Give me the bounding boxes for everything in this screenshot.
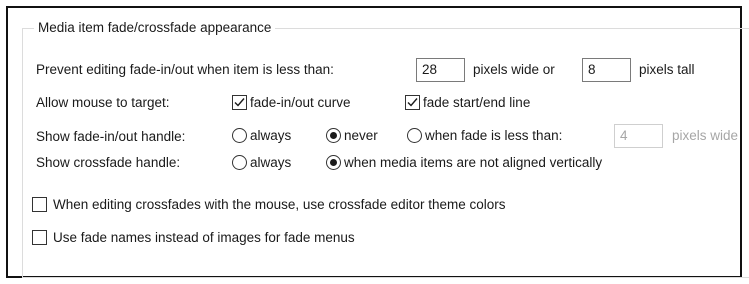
- fade-handle-never-radio[interactable]: [326, 128, 341, 143]
- checkmark-icon: [407, 98, 418, 107]
- settings-panel: Media item fade/crossfade appearance Pre…: [6, 6, 749, 278]
- radio-selected-dot: [330, 132, 337, 139]
- fade-curve-checkbox[interactable]: [232, 95, 247, 110]
- crossfade-theme-checkbox[interactable]: [32, 197, 47, 212]
- fade-handle-label: Show fade-in/out handle:: [36, 129, 186, 144]
- fade-line-label[interactable]: fade start/end line: [423, 95, 530, 111]
- min-width-input[interactable]: 28: [416, 58, 465, 82]
- mouse-target-label: Allow mouse to target:: [36, 95, 170, 110]
- fade-curve-label[interactable]: fade-in/out curve: [250, 95, 351, 111]
- pixels-tall-label: pixels tall: [639, 62, 695, 77]
- group-title: Media item fade/crossfade appearance: [34, 20, 276, 36]
- prevent-editing-label: Prevent editing fade-in/out when item is…: [36, 62, 334, 77]
- crossfade-unaligned-label[interactable]: when media items are not aligned vertica…: [344, 155, 602, 171]
- min-height-input[interactable]: 8: [582, 58, 631, 82]
- checkmark-icon: [234, 98, 245, 107]
- fade-handle-conditional-radio[interactable]: [407, 128, 422, 143]
- fade-handle-always-label[interactable]: always: [250, 128, 291, 144]
- fade-threshold-input[interactable]: 4: [614, 124, 663, 148]
- fade-names-checkbox[interactable]: [32, 230, 47, 245]
- fade-handle-always-radio[interactable]: [232, 128, 247, 143]
- fade-handle-conditional-label[interactable]: when fade is less than:: [425, 128, 562, 144]
- crossfade-handle-label: Show crossfade handle:: [36, 155, 181, 170]
- radio-selected-dot: [330, 159, 337, 166]
- crossfade-theme-label[interactable]: When editing crossfades with the mouse, …: [53, 197, 505, 213]
- crossfade-always-radio[interactable]: [232, 155, 247, 170]
- pixels-wide-label: pixels wide or: [473, 62, 555, 77]
- crossfade-unaligned-radio[interactable]: [326, 155, 341, 170]
- fade-names-label[interactable]: Use fade names instead of images for fad…: [53, 230, 355, 246]
- fade-handle-never-label[interactable]: never: [344, 128, 378, 144]
- fade-line-checkbox[interactable]: [405, 95, 420, 110]
- crossfade-always-label[interactable]: always: [250, 155, 291, 171]
- fade-threshold-suffix: pixels wide: [672, 128, 739, 143]
